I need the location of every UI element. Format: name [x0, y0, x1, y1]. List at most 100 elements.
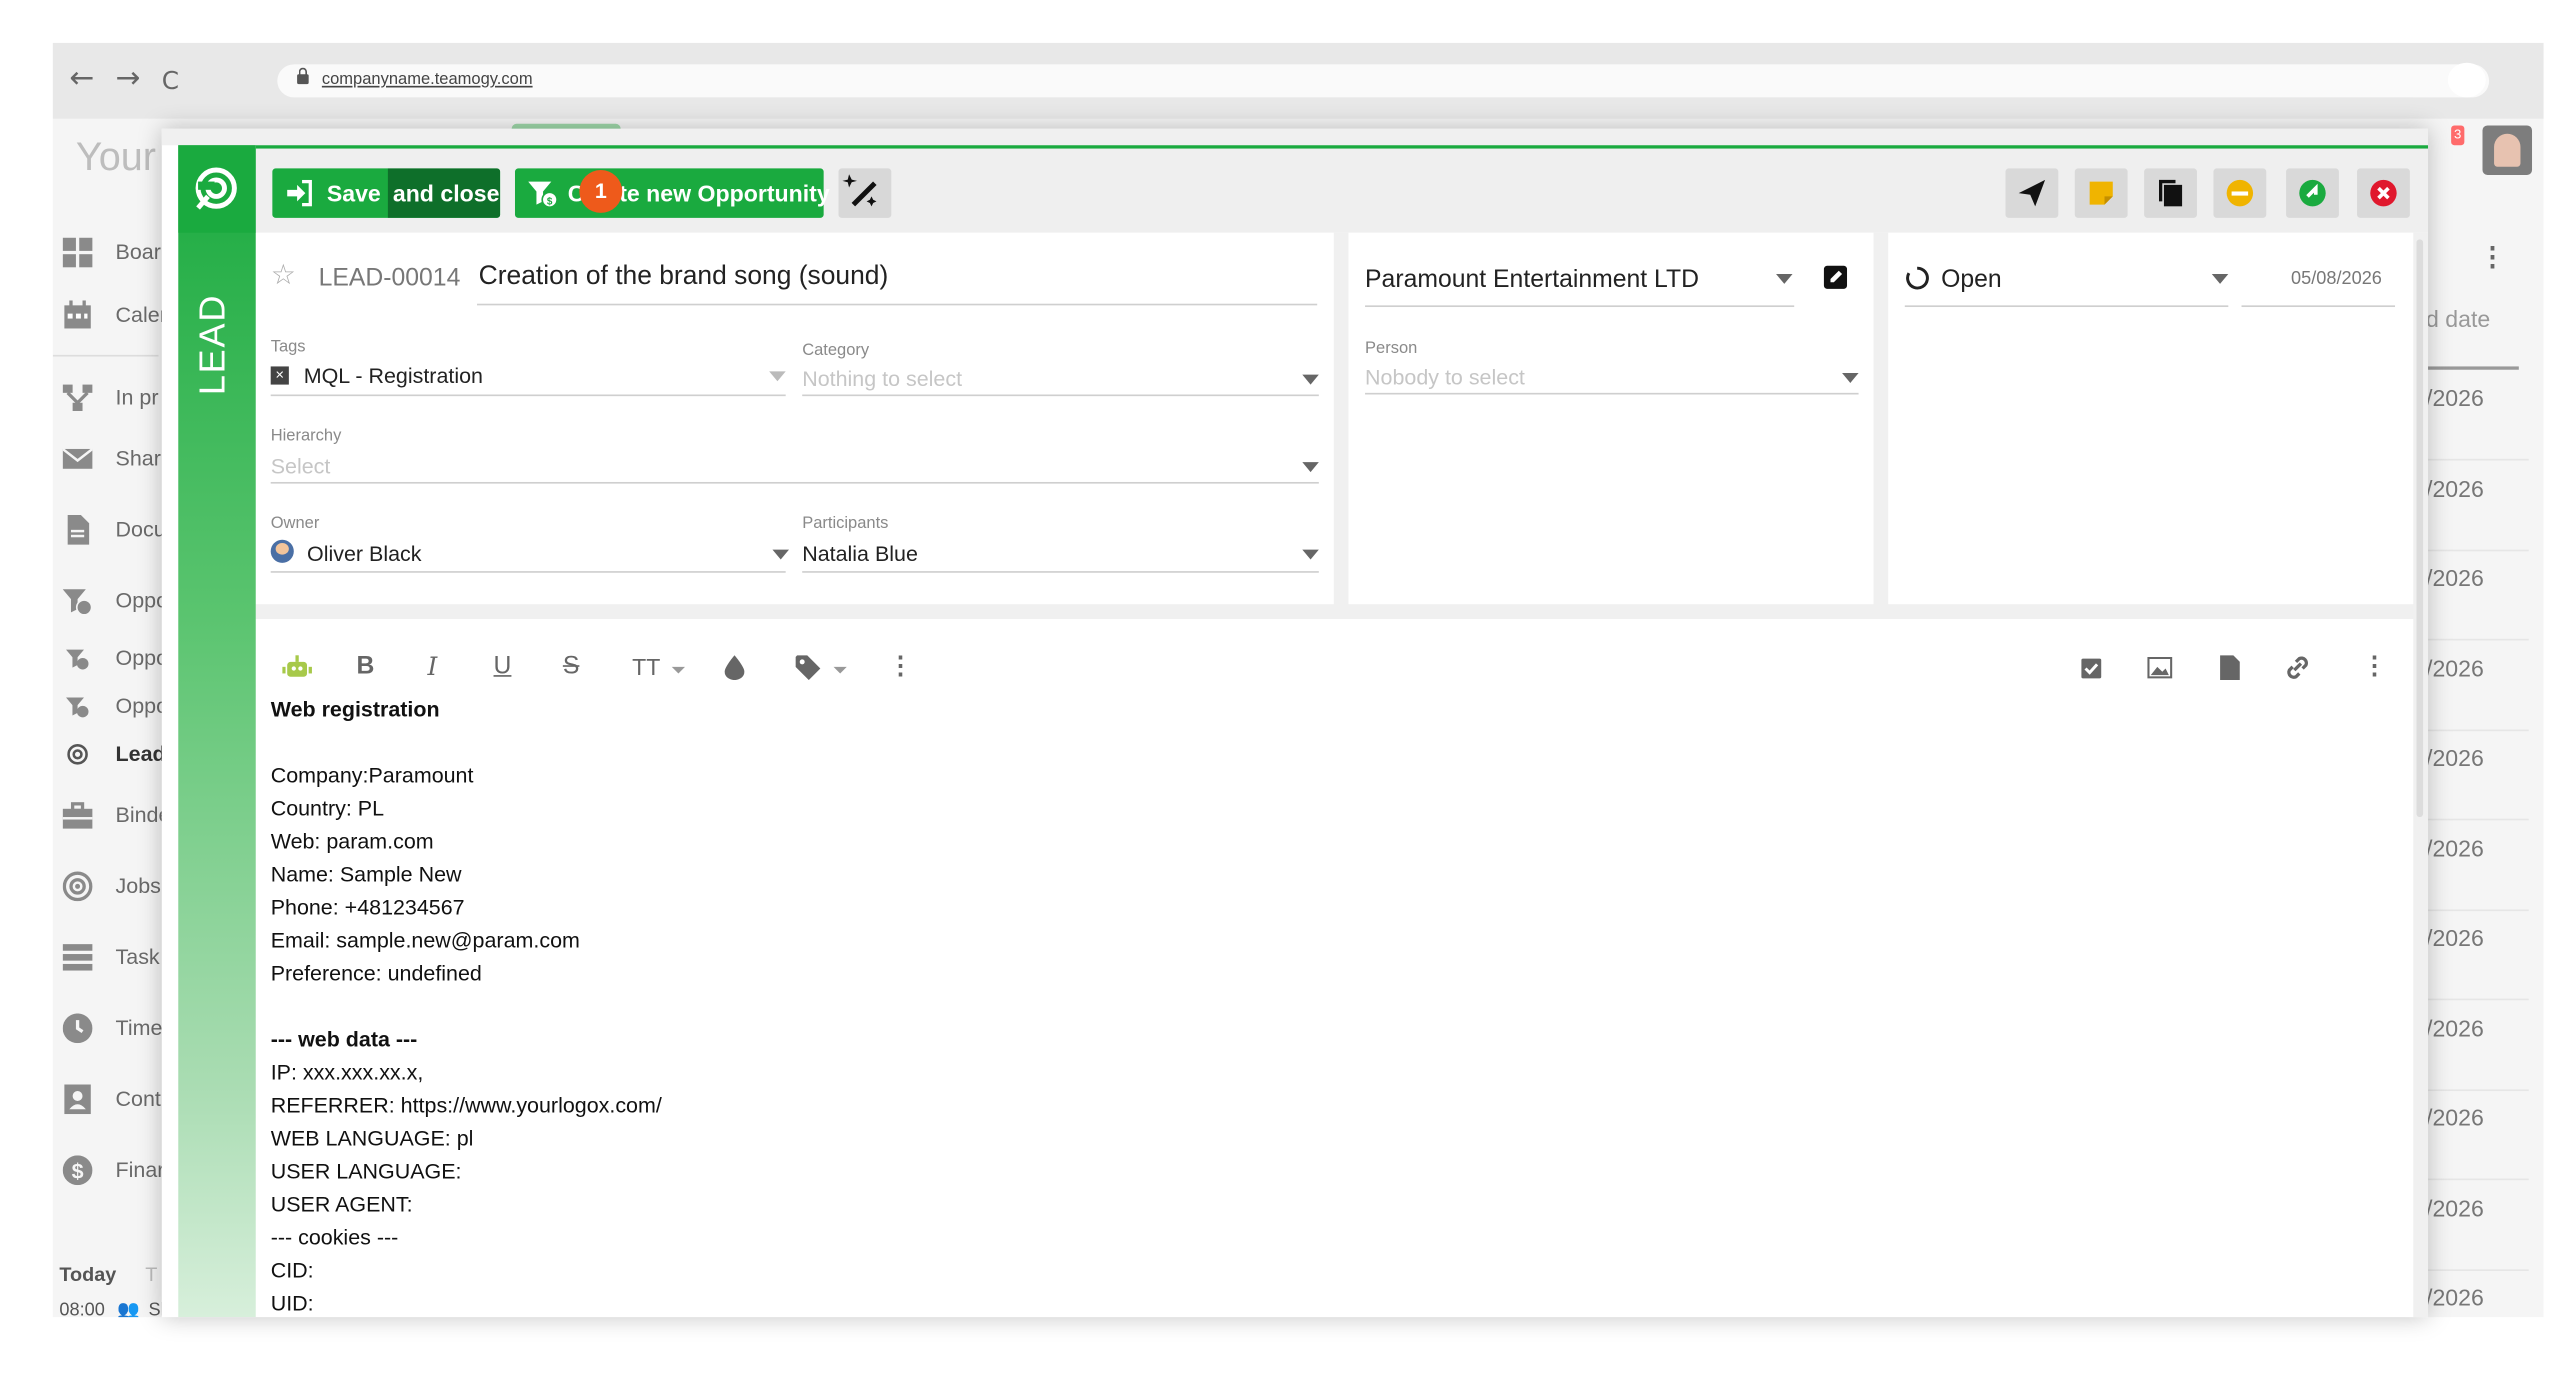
next-day-label[interactable]: T: [145, 1263, 157, 1286]
briefcase-icon: [62, 802, 93, 829]
participants-underline: [802, 571, 1319, 573]
nav-item-binders[interactable]: Binde: [53, 794, 170, 837]
more-options-icon[interactable]: ⋮: [888, 652, 913, 682]
nav-item-opportunities[interactable]: Oppo: [53, 579, 169, 622]
tags-underline: [270, 394, 786, 397]
scrollbar[interactable]: [2416, 239, 2424, 818]
nav-item-finance[interactable]: $ Finar: [53, 1149, 169, 1192]
nav-item-opportunities-sub-1[interactable]: Oppo: [53, 637, 169, 680]
nav-item-tasks[interactable]: Task: [53, 936, 169, 979]
save-and-close-button[interactable]: Save and close: [272, 168, 501, 218]
participants-dropdown-caret[interactable]: [1302, 549, 1319, 560]
status-panel: Open 05/08/2026: [1888, 232, 2414, 605]
user-avatar[interactable]: [2482, 125, 2533, 175]
status-select[interactable]: Open: [1941, 266, 2002, 294]
italic-button[interactable]: I: [428, 652, 438, 682]
owner-dropdown-caret[interactable]: [772, 549, 789, 560]
body-line: [271, 990, 662, 1023]
users-icon: 👥: [117, 1300, 140, 1318]
person-dropdown-caret[interactable]: [1842, 373, 1859, 383]
hierarchy-label: Hierarchy: [270, 427, 342, 446]
address-bar[interactable]: companyname.teamogy.com ☆: [277, 64, 2490, 98]
back-icon[interactable]: ←: [69, 62, 94, 96]
and-close-label[interactable]: and close: [393, 180, 500, 206]
nav-item-calendar[interactable]: Caler: [53, 294, 169, 337]
mail-icon: [62, 447, 93, 469]
tag-icon[interactable]: [795, 655, 822, 681]
robot-icon[interactable]: [282, 654, 312, 680]
reject-button[interactable]: [2357, 168, 2410, 218]
checkbox-icon[interactable]: [2080, 657, 2103, 680]
participants-value[interactable]: Natalia Blue: [802, 541, 918, 566]
row-divider: [2413, 638, 2529, 641]
today-label[interactable]: Today: [59, 1263, 116, 1286]
lead-main-form: ☆ LEAD-00014 Creation of the brand song …: [255, 232, 1334, 605]
create-opportunity-button[interactable]: $ Create new Opportunity: [514, 168, 830, 218]
calendar-icon: [64, 300, 91, 329]
nav-item-shared[interactable]: Shar: [53, 437, 169, 480]
nav-item-time[interactable]: Time: [53, 1007, 169, 1050]
clock-icon: [62, 1013, 93, 1044]
row-divider: [2413, 1268, 2529, 1271]
nav-item-boards[interactable]: Boar: [53, 231, 169, 274]
nav-item-contacts[interactable]: Cont: [53, 1078, 169, 1121]
nav-item-jobs[interactable]: Jobs: [53, 865, 169, 908]
owner-value[interactable]: Oliver Black: [307, 541, 421, 566]
category-select[interactable]: Nothing to select: [802, 366, 962, 391]
nav-item-in-progress[interactable]: In pr: [53, 376, 169, 419]
text-size-caret[interactable]: [671, 666, 685, 674]
nav-item-documents[interactable]: Docu: [53, 508, 169, 551]
category-dropdown-caret[interactable]: [1302, 374, 1319, 385]
date-field[interactable]: 05/08/2026: [2291, 269, 2382, 289]
boards-icon: [62, 237, 93, 268]
pause-button[interactable]: [2213, 168, 2267, 218]
hierarchy-dropdown-caret[interactable]: [1302, 462, 1319, 473]
strikethrough-button[interactable]: S: [563, 652, 580, 682]
owner-label: Owner: [270, 514, 320, 534]
body-line: Email: sample.new@param.com: [270, 927, 580, 953]
link-icon[interactable]: [2284, 655, 2310, 680]
person-select[interactable]: Nobody to select: [1365, 365, 1525, 390]
favorite-star-icon[interactable]: ☆: [271, 259, 296, 292]
accept-button[interactable]: [2286, 168, 2339, 218]
forward-icon[interactable]: →: [116, 62, 141, 96]
nav-item-leads[interactable]: Lead: [53, 733, 169, 776]
svg-text:$: $: [547, 197, 553, 208]
opportunity-icon: [62, 589, 93, 616]
company-select[interactable]: Paramount Entertainment LTD: [1365, 266, 1699, 294]
magic-tools-button[interactable]: [838, 168, 892, 218]
text-size-button[interactable]: TT: [632, 652, 660, 682]
color-drop-icon[interactable]: [724, 655, 745, 681]
image-icon[interactable]: [2147, 656, 2173, 679]
lead-label: LEAD: [191, 293, 233, 396]
bold-button[interactable]: B: [357, 652, 375, 682]
opportunity-icon: [66, 649, 89, 670]
status-open-icon: [1906, 266, 1929, 290]
profile-icon[interactable]: [2447, 62, 2486, 98]
tasks-icon: [62, 944, 93, 971]
contacts-icon: [64, 1084, 91, 1115]
lead-title-input[interactable]: Creation of the brand song (sound): [479, 262, 889, 292]
reload-icon[interactable]: C: [162, 64, 179, 97]
copy-button[interactable]: [2144, 168, 2197, 218]
tag-caret[interactable]: [833, 666, 847, 674]
save-label[interactable]: Save: [327, 180, 381, 206]
send-button[interactable]: [2005, 168, 2059, 218]
person-underline: [1365, 392, 1859, 395]
underline-button[interactable]: U: [494, 652, 512, 682]
tags-dropdown-caret[interactable]: [769, 371, 786, 382]
status-dropdown-caret[interactable]: [2211, 273, 2229, 284]
editor-more-icon[interactable]: ⋮: [2362, 652, 2387, 682]
tag-value[interactable]: MQL - Registration: [304, 363, 483, 388]
more-icon[interactable]: ⋮: [2479, 241, 2505, 274]
note-button[interactable]: [2074, 168, 2128, 218]
file-icon[interactable]: [2220, 655, 2240, 681]
editor-body[interactable]: Web registration Company:Paramount Country…: [271, 693, 662, 1317]
time-label: 08:00: [59, 1300, 105, 1318]
remove-tag-icon[interactable]: ×: [270, 366, 289, 385]
edit-company-icon[interactable]: [1823, 265, 1848, 289]
nav-item-opportunities-sub-2[interactable]: Oppo: [53, 685, 169, 728]
screen: ← → C companyname.teamogy.com ☆ Your 3 B…: [0, 0, 2560, 1393]
company-dropdown-caret[interactable]: [1776, 273, 1793, 284]
hierarchy-select[interactable]: Select: [271, 454, 331, 479]
